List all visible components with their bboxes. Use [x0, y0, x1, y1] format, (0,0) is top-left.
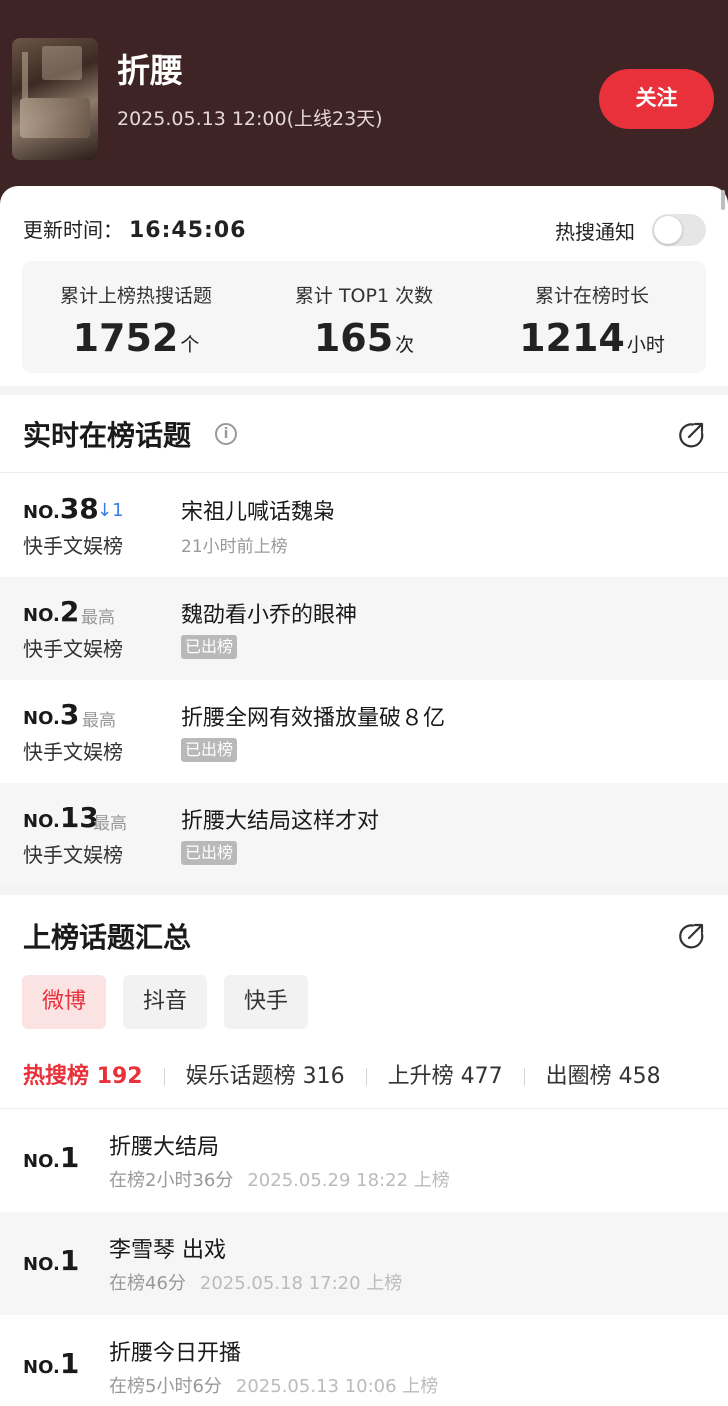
topic-title: 魏劭看小乔的眼神	[181, 603, 358, 628]
rank-number: NO.1	[23, 1347, 80, 1380]
stat-unit: 个	[180, 334, 200, 356]
tab-kuaishou[interactable]: 快手	[224, 975, 308, 1029]
status-badge: 已出榜	[181, 635, 238, 659]
stat-value: 165	[313, 316, 394, 360]
rank-change-down: ↓1	[97, 500, 124, 521]
category-filter: 热搜榜 192 娱乐话题榜 316 上升榜 477 出圈榜 458	[23, 1058, 661, 1090]
update-time-value: 16:45:06	[129, 218, 247, 243]
update-time-label: 更新时间：	[23, 218, 123, 242]
topic-title: 折腰大结局	[109, 1135, 220, 1160]
category-entertainment[interactable]: 娱乐话题榜 316	[186, 1058, 345, 1090]
separator	[523, 1068, 525, 1086]
rank-number: NO.3	[23, 698, 80, 731]
stat-value: 1752	[72, 316, 179, 360]
drama-title: 折腰	[117, 51, 183, 90]
topic-meta: 在榜2小时36分 2025.05.29 18:22 上榜	[109, 1170, 450, 1191]
stat-unit: 次	[395, 334, 415, 356]
rank-number: NO.1	[23, 1244, 80, 1277]
summary-section-title: 上榜话题汇总	[23, 921, 192, 954]
share-icon[interactable]	[677, 421, 705, 449]
rank-peak-label: 最高	[82, 711, 116, 731]
rank-number: NO.2	[23, 595, 80, 628]
stat-top1-count: 累计 TOP1 次数 165 次	[250, 261, 478, 360]
topic-meta: 在榜46分 2025.05.18 17:20 上榜	[109, 1273, 403, 1294]
board-name: 快手文娱榜	[23, 534, 123, 558]
rank-number: NO.13	[23, 801, 99, 834]
rank-number: NO.1	[23, 1141, 80, 1174]
board-name: 快手文娱榜	[23, 843, 123, 867]
stat-label: 累计在榜时长	[534, 285, 649, 307]
follow-button[interactable]: 关注	[599, 69, 714, 129]
stats-card: 更新时间： 16:45:06 热搜通知 累计上榜热搜话题 1752 个 累计 TOP…	[0, 186, 728, 386]
category-breakout[interactable]: 出圈榜 458	[546, 1058, 661, 1090]
drama-header: 折腰 2025.05.13 12:00(上线23天) 关注	[0, 0, 728, 210]
section-divider	[0, 886, 728, 895]
hot-search-notify-label: 热搜通知	[555, 220, 635, 244]
stats-summary: 累计上榜热搜话题 1752 个 累计 TOP1 次数 165 次 累计在榜时长 12…	[22, 261, 706, 373]
rank-peak-label: 最高	[81, 608, 115, 628]
toggle-knob	[654, 216, 682, 244]
realtime-topic-row[interactable]: NO.3 最高 快手文娱榜 折腰全网有效播放量破８亿 已出榜	[0, 680, 728, 783]
scrollbar[interactable]	[721, 190, 725, 210]
section-divider	[0, 386, 728, 395]
separator	[163, 1068, 165, 1086]
info-icon[interactable]: i	[215, 423, 237, 445]
summary-topic-row[interactable]: NO.1 折腰今日开播 在榜5小时6分 2025.05.13 10:06 上榜	[0, 1315, 728, 1406]
drama-poster[interactable]	[12, 38, 98, 160]
stat-label: 累计上榜热搜话题	[59, 285, 212, 307]
category-hot-search[interactable]: 热搜榜 192	[23, 1058, 143, 1090]
topic-title: 折腰今日开播	[109, 1341, 242, 1366]
update-time-row: 更新时间： 16:45:06	[23, 214, 246, 243]
stat-unit: 小时	[626, 334, 665, 356]
stat-duration: 累计在榜时长 1214 小时	[478, 261, 706, 360]
rank-peak-label: 最高	[93, 814, 127, 834]
board-name: 快手文娱榜	[23, 637, 123, 661]
summary-topic-row[interactable]: NO.1 折腰大结局 在榜2小时36分 2025.05.29 18:22 上榜	[0, 1109, 728, 1212]
status-badge: 已出榜	[181, 738, 238, 762]
summary-topic-row[interactable]: NO.1 李雪琴 出戏 在榜46分 2025.05.18 17:20 上榜	[0, 1212, 728, 1315]
realtime-topic-row[interactable]: NO.38 ↓1 快手文娱榜 宋祖儿喊话魏枭 21小时前上榜	[0, 474, 728, 577]
separator	[365, 1068, 367, 1086]
topic-time: 21小时前上榜	[181, 537, 288, 557]
topic-title: 李雪琴 出戏	[109, 1238, 226, 1263]
tab-weibo[interactable]: 微博	[22, 975, 106, 1029]
stat-topics: 累计上榜热搜话题 1752 个	[22, 261, 250, 360]
category-rising[interactable]: 上升榜 477	[388, 1058, 503, 1090]
topic-title: 宋祖儿喊话魏枭	[181, 500, 336, 525]
share-icon[interactable]	[677, 922, 705, 950]
topic-title: 折腰全网有效播放量破８亿	[181, 706, 446, 731]
divider	[0, 472, 728, 473]
realtime-topic-row[interactable]: NO.2 最高 快手文娱榜 魏劭看小乔的眼神 已出榜	[0, 577, 728, 680]
stat-value: 1214	[519, 316, 625, 360]
tab-douyin[interactable]: 抖音	[123, 975, 207, 1029]
topic-title: 折腰大结局这样才对	[181, 809, 380, 834]
topic-meta: 在榜5小时6分 2025.05.13 10:06 上榜	[109, 1376, 439, 1397]
status-badge: 已出榜	[181, 841, 238, 865]
release-info: 2025.05.13 12:00(上线23天)	[117, 108, 383, 130]
rank-number: NO.38	[23, 492, 99, 525]
realtime-section-title: 实时在榜话题	[23, 419, 192, 452]
realtime-topic-row[interactable]: NO.13 最高 快手文娱榜 折腰大结局这样才对 已出榜	[0, 783, 728, 886]
board-name: 快手文娱榜	[23, 740, 123, 764]
hot-search-notify-toggle[interactable]	[652, 214, 706, 246]
stat-label: 累计 TOP1 次数	[294, 285, 434, 307]
